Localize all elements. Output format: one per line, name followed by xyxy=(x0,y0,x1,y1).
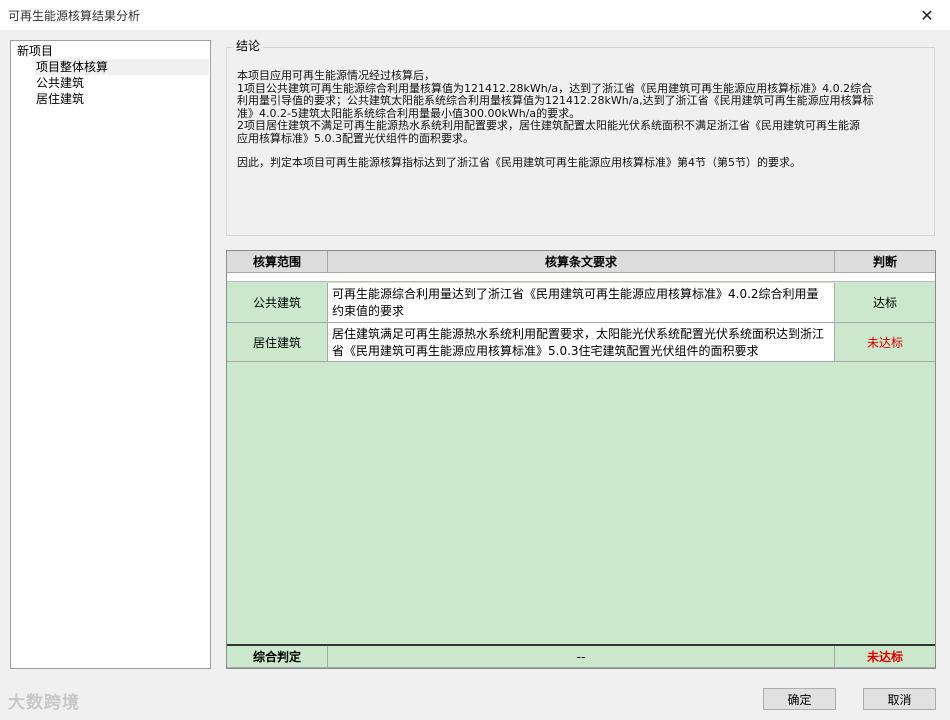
grid-spacer-row xyxy=(227,273,935,282)
row-requirement[interactable]: 可再生能源综合利用量达到了浙江省《民用建筑可再生能源应用核算标准》4.0.2综合… xyxy=(328,283,835,323)
project-tree[interactable]: 新项目 项目整体核算 公共建筑 居住建筑 xyxy=(10,40,211,669)
ok-button[interactable]: 确定 xyxy=(763,688,836,710)
conclusion-text: 本项目应用可再生能源情况经过核算后， 1项目公共建筑可再生能源综合利用量核算值为… xyxy=(237,69,927,170)
header-result[interactable]: 判断 xyxy=(835,251,935,273)
summary-row: 综合判定 -- 未达标 xyxy=(227,644,935,668)
row-requirement[interactable]: 居住建筑满足可再生能源热水系统利用配置要求，太阳能光伏系统配置光伏系统面积达到浙… xyxy=(328,323,835,362)
header-requirement[interactable]: 核算条文要求 xyxy=(328,251,835,273)
summary-requirement: -- xyxy=(328,646,835,668)
row-result[interactable]: 达标 xyxy=(835,283,935,323)
title-bar: 可再生能源核算结果分析 ✕ xyxy=(0,0,950,30)
tree-item-overall[interactable]: 项目整体核算 xyxy=(35,59,209,75)
conclusion-line: 本项目应用可再生能源情况经过核算后， xyxy=(237,69,435,82)
row-result[interactable]: 未达标 xyxy=(835,323,935,362)
conclusion-final: 因此，判定本项目可再生能源核算指标达到了浙江省《民用建筑可再生能源应用核算标准》… xyxy=(237,156,801,169)
watermark-logo: 大数跨境 xyxy=(8,693,80,713)
header-scope[interactable]: 核算范围 xyxy=(227,251,328,273)
tree-root[interactable]: 新项目 xyxy=(17,43,53,59)
tree-item-public[interactable]: 公共建筑 xyxy=(36,75,84,91)
conclusion-legend: 结论 xyxy=(233,38,264,54)
tree-item-residential[interactable]: 居住建筑 xyxy=(36,91,84,107)
conclusion-line: 利用量引导值的要求；公共建筑太阳能系统综合利用量核算值为121412.28kWh… xyxy=(237,94,874,107)
close-icon[interactable]: ✕ xyxy=(904,0,950,30)
result-grid[interactable]: 核算范围 核算条文要求 判断 公共建筑 可再生能源综合利用量达到了浙江省《民用建… xyxy=(226,250,936,669)
conclusion-line: 2项目居住建筑不满足可再生能源热水系统利用配置要求，居住建筑配置太阳能光伏系统面… xyxy=(237,119,860,132)
summary-label: 综合判定 xyxy=(227,646,328,668)
cancel-button[interactable]: 取消 xyxy=(863,688,936,710)
row-scope[interactable]: 居住建筑 xyxy=(227,323,328,362)
conclusion-line: 应用核算标准》5.0.3配置光伏组件的面积要求。 xyxy=(237,131,474,145)
window-title: 可再生能源核算结果分析 xyxy=(8,9,141,23)
row-scope[interactable]: 公共建筑 xyxy=(227,283,328,323)
summary-result: 未达标 xyxy=(835,646,935,668)
